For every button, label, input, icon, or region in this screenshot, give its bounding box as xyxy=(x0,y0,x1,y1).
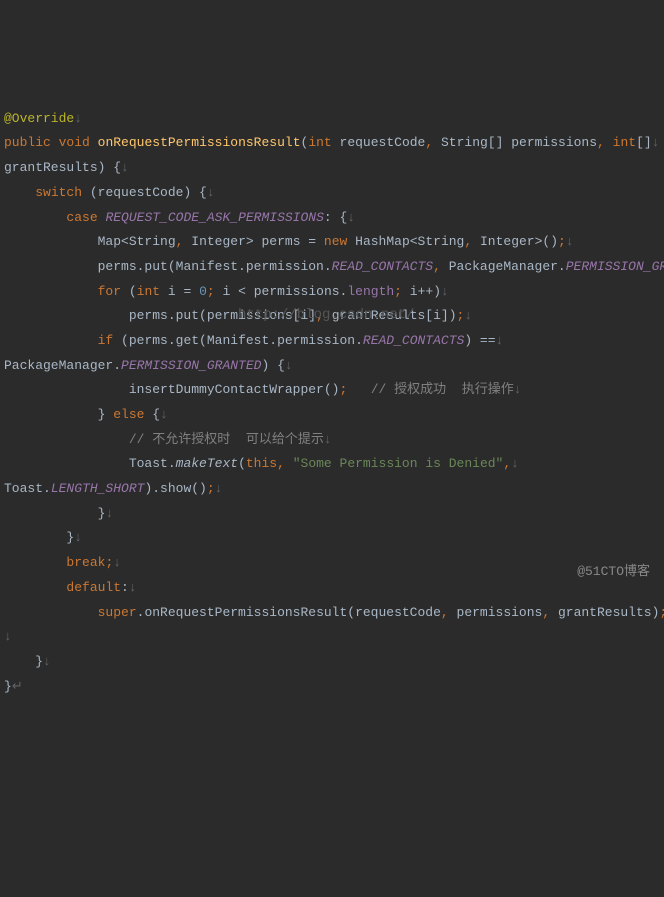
keyword-else: else xyxy=(113,407,144,422)
call: .onRequestPermissionsResult(requestCode xyxy=(137,605,441,620)
line-end-marker: ↓ xyxy=(511,456,519,471)
arg: grantResults) xyxy=(558,605,659,620)
line-end-marker: ↵ xyxy=(12,679,23,694)
type: Map<String xyxy=(98,234,176,249)
keyword-if: if xyxy=(98,333,114,348)
line-end-marker: ↓ xyxy=(347,210,355,225)
keyword-break: break xyxy=(66,555,105,570)
keyword-default: default xyxy=(66,580,121,595)
line-end-marker: ↓ xyxy=(43,654,51,669)
keyword-public: public xyxy=(4,135,51,150)
line-end-marker: ↓ xyxy=(215,481,223,496)
annotation: @Override xyxy=(4,111,74,126)
line-end-marker: ↓ xyxy=(285,358,293,373)
constant: REQUEST_CODE_ASK_PERMISSIONS xyxy=(105,210,323,225)
line-end-marker: ↓ xyxy=(105,506,113,521)
line-end-marker: ↓ xyxy=(652,135,660,150)
line-end-marker: ↓ xyxy=(113,555,121,570)
type: HashMap<String xyxy=(355,234,464,249)
constant: PERMISSION_GRANTED xyxy=(566,259,664,274)
line-end-marker: ↓ xyxy=(129,580,137,595)
type: String[] xyxy=(441,135,503,150)
arg: permissions xyxy=(457,605,543,620)
class-ref: PackageManager. xyxy=(449,259,566,274)
keyword-super: super xyxy=(98,605,137,620)
call: ).show() xyxy=(144,481,206,496)
line-end-marker: ↓ xyxy=(514,382,522,397)
call: perms.put(permissions[i] xyxy=(129,308,316,323)
call: (perms.get(Manifest.permission. xyxy=(121,333,363,348)
class-ref: Toast. xyxy=(129,456,176,471)
method-name: onRequestPermissionsResult xyxy=(98,135,301,150)
comment: // 不允许授权时 可以给个提示 xyxy=(129,432,324,447)
type: Integer> xyxy=(191,234,253,249)
constant: PERMISSION_GRANTED xyxy=(121,358,261,373)
string-literal: "Some Permission is Denied" xyxy=(293,456,504,471)
class-ref: Toast. xyxy=(4,481,51,496)
comment: // 授权成功 执行操作 xyxy=(371,382,514,397)
keyword-new: new xyxy=(324,234,347,249)
keyword-int: int xyxy=(308,135,331,150)
param: permissions xyxy=(511,135,597,150)
line-end-marker: ↓ xyxy=(121,160,129,175)
line-end-marker: ↓ xyxy=(4,629,12,644)
expr: i < permissions. xyxy=(223,284,348,299)
static-method: makeText xyxy=(176,456,238,471)
constant: READ_CONTACTS xyxy=(363,333,464,348)
keyword-void: void xyxy=(59,135,90,150)
number: 0 xyxy=(199,284,207,299)
line-end-marker: ↓ xyxy=(441,284,449,299)
call: insertDummyContactWrapper() xyxy=(129,382,340,397)
constant: READ_CONTACTS xyxy=(332,259,433,274)
line-end-marker: ↓ xyxy=(74,530,82,545)
keyword-int: int xyxy=(137,284,160,299)
line-end-marker: ↓ xyxy=(207,185,215,200)
field: length xyxy=(347,284,394,299)
line-end-marker: ↓ xyxy=(496,333,504,348)
keyword-int: int xyxy=(613,135,636,150)
keyword-for: for xyxy=(98,284,121,299)
line-end-marker: ↓ xyxy=(74,111,82,126)
param: grantResults xyxy=(4,160,98,175)
class-ref: PackageManager. xyxy=(4,358,121,373)
line-end-marker: ↓ xyxy=(160,407,168,422)
code-editor: @Override↓ public void onRequestPermissi… xyxy=(4,107,660,700)
param: requestCode xyxy=(340,135,426,150)
line-end-marker: ↓ xyxy=(324,432,332,447)
expr: i++) xyxy=(410,284,441,299)
expr: grantResults[i]) xyxy=(332,308,457,323)
keyword-switch: switch xyxy=(35,185,82,200)
constant: LENGTH_SHORT xyxy=(51,481,145,496)
line-end-marker: ↓ xyxy=(566,234,574,249)
keyword-this: this xyxy=(246,456,277,471)
keyword-case: case xyxy=(66,210,97,225)
line-end-marker: ↓ xyxy=(464,308,472,323)
call: perms.put(Manifest.permission. xyxy=(98,259,332,274)
